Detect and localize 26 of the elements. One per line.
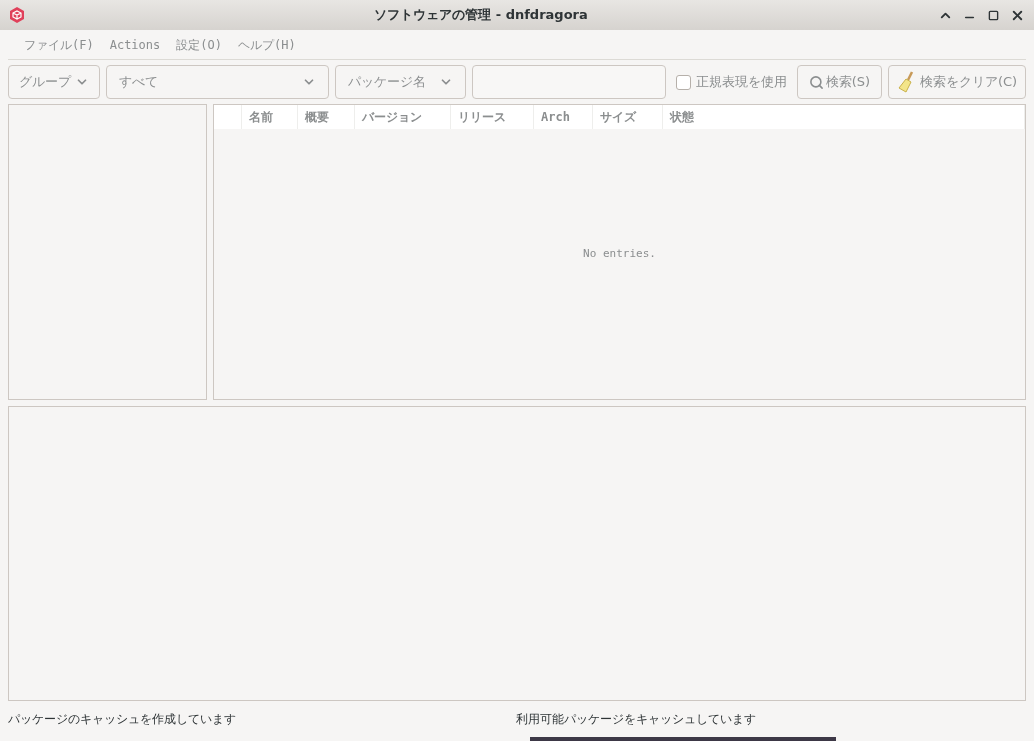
column-header[interactable]: Arch bbox=[541, 108, 570, 126]
search-button[interactable]: 検索(S) bbox=[797, 65, 882, 99]
package-icon bbox=[8, 6, 26, 24]
maximize-icon bbox=[987, 9, 999, 21]
search-icon bbox=[808, 74, 824, 90]
status-text: 利用可能パッケージをキャッシュしています bbox=[516, 711, 756, 728]
group-dropdown[interactable]: グループ bbox=[8, 65, 100, 99]
menu-item[interactable]: Actions bbox=[109, 35, 161, 54]
column-header[interactable]: 名前 bbox=[249, 108, 273, 126]
menu-item[interactable]: ファイル(F) bbox=[24, 35, 94, 54]
search-field[interactable] bbox=[472, 65, 666, 99]
filter-dropdown[interactable]: すべて bbox=[106, 65, 329, 99]
column-header[interactable]: 状態 bbox=[670, 108, 694, 126]
column-header[interactable]: 概要 bbox=[305, 108, 329, 126]
window-title: ソフトウェアの管理 - dnfdragora bbox=[374, 6, 588, 25]
menu-item[interactable]: ヘルプ(H) bbox=[237, 35, 296, 54]
clear-search-button[interactable]: 検索をクリア(C) bbox=[888, 65, 1026, 99]
column-header[interactable]: サイズ bbox=[600, 108, 636, 126]
column-header[interactable]: バージョン bbox=[362, 108, 422, 126]
regex-label: 正規表現を使用 bbox=[696, 73, 787, 92]
field-dropdown[interactable]: パッケージ名 bbox=[335, 65, 466, 99]
menu-item[interactable]: 設定(O) bbox=[176, 35, 222, 54]
empty-message: No entries. bbox=[583, 245, 656, 262]
column-header[interactable]: リリース bbox=[458, 108, 506, 126]
status-text: パッケージのキャッシュを作成しています bbox=[8, 711, 237, 728]
regex-checkbox[interactable] bbox=[676, 74, 691, 90]
